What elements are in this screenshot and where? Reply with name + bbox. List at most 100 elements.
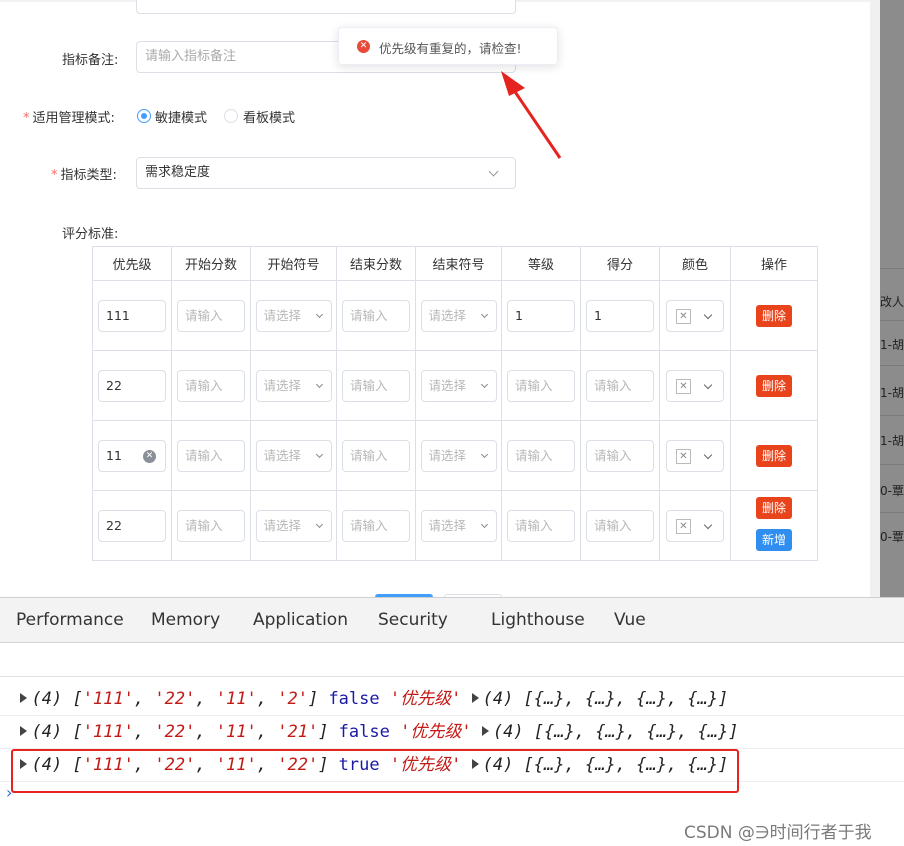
tab-security[interactable]: Security bbox=[378, 610, 448, 630]
chevron-down-icon bbox=[315, 310, 323, 318]
start-score-input[interactable]: 请输入 bbox=[177, 299, 245, 332]
type-select[interactable]: 需求稳定度 bbox=[136, 157, 516, 189]
priority-input[interactable]: 11 ✕ bbox=[98, 439, 166, 472]
end-symbol-select[interactable]: 请选择 bbox=[420, 299, 497, 332]
background-cell: 0-覃 bbox=[880, 530, 904, 544]
select-placeholder: 请选择 bbox=[263, 517, 302, 533]
background-row-divider bbox=[880, 365, 904, 366]
level-input[interactable]: 1 bbox=[507, 299, 575, 332]
end-score-input[interactable]: 请输入 bbox=[342, 509, 410, 542]
score-input[interactable]: 请输入 bbox=[586, 439, 654, 472]
expand-triangle-icon[interactable] bbox=[481, 726, 489, 736]
console-prompt[interactable]: › bbox=[6, 783, 12, 802]
color-picker[interactable]: ✕ bbox=[666, 369, 724, 402]
chevron-down-icon bbox=[703, 380, 713, 389]
start-score-input[interactable]: 请输入 bbox=[177, 509, 245, 542]
radio-kanban[interactable] bbox=[224, 109, 238, 123]
start-symbol-select[interactable]: 请选择 bbox=[255, 509, 332, 542]
background-row-divider bbox=[880, 268, 904, 269]
col-start-score: 开始分数 bbox=[171, 246, 251, 281]
expand-triangle-icon[interactable] bbox=[20, 693, 28, 703]
chevron-down-icon bbox=[480, 380, 488, 388]
delete-button[interactable]: 删除 bbox=[755, 304, 792, 327]
tab-lighthouse[interactable]: Lighthouse bbox=[491, 610, 585, 630]
mode-label-text: 适用管理模式: bbox=[32, 111, 115, 126]
priority-input[interactable]: 22 bbox=[98, 369, 166, 402]
cell: 请输入 bbox=[171, 280, 251, 351]
tab-performance[interactable]: Performance bbox=[16, 610, 124, 630]
col-end-symbol: 结束符号 bbox=[415, 246, 502, 281]
table-row: 11 ✕ 请输入 请选择 请输入 请选择 请输入 请输入 ✕ 删除 bbox=[92, 420, 818, 491]
cell: 请选择 bbox=[415, 350, 502, 421]
end-score-input[interactable]: 请输入 bbox=[342, 299, 410, 332]
end-score-input[interactable]: 请输入 bbox=[342, 439, 410, 472]
table-header-row: 优先级 开始分数 开始符号 结束分数 结束符号 等级 得分 颜色 操作 bbox=[92, 246, 818, 281]
cell: 删除 bbox=[730, 420, 818, 491]
color-picker[interactable]: ✕ bbox=[666, 299, 724, 332]
radio-agile-label[interactable]: 敏捷模式 bbox=[155, 107, 207, 126]
background-cell: 1-胡 bbox=[880, 338, 904, 352]
clear-icon[interactable]: ✕ bbox=[143, 449, 156, 463]
end-symbol-select[interactable]: 请选择 bbox=[420, 439, 497, 472]
expand-triangle-icon[interactable] bbox=[471, 693, 479, 703]
priority-value: 22 bbox=[106, 517, 122, 533]
cell: 请输入 bbox=[580, 420, 660, 491]
level-input[interactable]: 请输入 bbox=[507, 439, 575, 472]
cell: 11 ✕ bbox=[92, 420, 172, 491]
background-column-header: 改人 bbox=[880, 295, 904, 309]
score-input[interactable]: 请输入 bbox=[586, 369, 654, 402]
cell: 请输入 bbox=[501, 420, 581, 491]
annotation-arrow bbox=[501, 71, 562, 159]
cell: 请选择 bbox=[250, 350, 337, 421]
tab-application[interactable]: Application bbox=[253, 610, 348, 630]
cell: 请输入 bbox=[171, 420, 251, 491]
cell: 请输入 bbox=[336, 420, 416, 491]
criteria-table: 优先级 开始分数 开始符号 结束分数 结束符号 等级 得分 颜色 操作 111 请… bbox=[92, 246, 818, 561]
objects-value: (4) [{…}, {…}, {…}, {…}] bbox=[482, 689, 729, 709]
delete-button[interactable]: 删除 bbox=[755, 496, 792, 519]
score-input[interactable]: 1 bbox=[586, 299, 654, 332]
delete-button[interactable]: 删除 bbox=[755, 444, 792, 467]
empty-color-icon: ✕ bbox=[676, 308, 691, 324]
end-symbol-select[interactable]: 请选择 bbox=[420, 369, 497, 402]
start-symbol-select[interactable]: 请选择 bbox=[255, 369, 332, 402]
cell: 请选择 bbox=[415, 490, 502, 561]
chevron-down-icon bbox=[480, 310, 488, 318]
delete-button[interactable]: 删除 bbox=[755, 374, 792, 397]
end-score-input[interactable]: 请输入 bbox=[342, 369, 410, 402]
console-log-line[interactable]: (4) ['111', '22', '11', '2'] false '优先级'… bbox=[0, 683, 904, 716]
start-symbol-select[interactable]: 请选择 bbox=[255, 439, 332, 472]
start-symbol-select[interactable]: 请选择 bbox=[255, 299, 332, 332]
background-cell: 0-覃 bbox=[880, 484, 904, 498]
toast-message: 优先级有重复的，请检查! bbox=[379, 41, 522, 56]
tab-vue[interactable]: Vue bbox=[614, 610, 646, 630]
end-symbol-select[interactable]: 请选择 bbox=[420, 509, 497, 542]
radio-agile[interactable] bbox=[137, 109, 151, 123]
start-score-input[interactable]: 请输入 bbox=[177, 369, 245, 402]
console-log-line[interactable]: (4) ['111', '22', '11', '21'] false '优先级… bbox=[0, 716, 904, 749]
level-input[interactable]: 请输入 bbox=[507, 509, 575, 542]
radio-kanban-label[interactable]: 看板模式 bbox=[243, 107, 295, 126]
add-row-button[interactable]: 新增 bbox=[755, 528, 792, 551]
partial-input-top[interactable] bbox=[136, 0, 516, 14]
array-count: (4) bbox=[31, 722, 63, 742]
color-picker[interactable]: ✕ bbox=[666, 509, 724, 542]
priority-input[interactable]: 111 bbox=[98, 299, 166, 332]
array-item: '111' bbox=[82, 689, 134, 709]
array-item: '111' bbox=[82, 722, 134, 742]
start-score-input[interactable]: 请输入 bbox=[177, 439, 245, 472]
cell: 22 bbox=[92, 490, 172, 561]
cell: 22 bbox=[92, 350, 172, 421]
priority-input[interactable]: 22 bbox=[98, 509, 166, 542]
level-input[interactable]: 请输入 bbox=[507, 369, 575, 402]
chevron-down-icon bbox=[315, 520, 323, 528]
tab-memory[interactable]: Memory bbox=[151, 610, 220, 630]
cell: 删除 bbox=[730, 350, 818, 421]
background-row-divider bbox=[880, 320, 904, 321]
expand-triangle-icon[interactable] bbox=[20, 726, 28, 736]
select-placeholder: 请选择 bbox=[263, 307, 302, 323]
cell: 请选择 bbox=[250, 280, 337, 351]
color-picker[interactable]: ✕ bbox=[666, 439, 724, 472]
cell: 1 bbox=[580, 280, 660, 351]
score-input[interactable]: 请输入 bbox=[586, 509, 654, 542]
